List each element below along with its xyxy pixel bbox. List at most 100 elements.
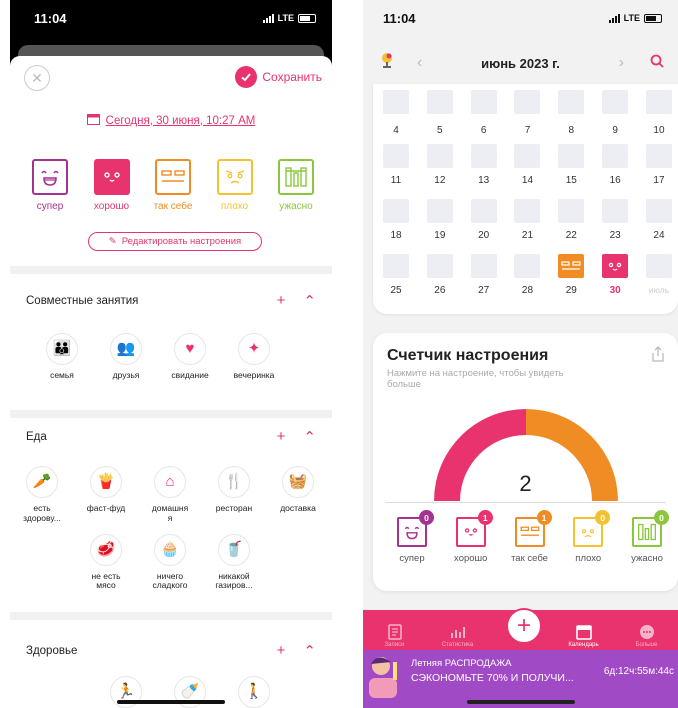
tab-stats[interactable]: Статистика — [428, 624, 488, 648]
activity-item[interactable]: 🧺 доставка — [266, 466, 330, 524]
mood-count-good[interactable]: 1 хорошо — [446, 510, 496, 564]
save-button[interactable]: Сохранить — [235, 66, 322, 88]
day-cell[interactable]: 18 — [379, 199, 413, 241]
day-cell[interactable]: 28 — [510, 254, 544, 296]
section-header-social: Совместные занятия + ⌃ — [26, 292, 316, 310]
mood-count-meh[interactable]: 1 так себе — [505, 510, 555, 564]
close-button[interactable]: ✕ — [24, 65, 50, 91]
collapse-icon[interactable]: ⌃ — [303, 428, 316, 446]
mood-label: супер — [399, 553, 425, 564]
day-cell[interactable]: 11 — [379, 144, 413, 186]
activity-item[interactable]: 🥩 не есть мясо — [74, 533, 138, 592]
add-icon[interactable]: + — [277, 428, 286, 446]
day-number: 6 — [480, 125, 487, 136]
calendar-grid: 4 5 6 7 8 9 10 11 12 13 14 15 16 17 18 1… — [373, 84, 678, 314]
mood-count-super[interactable]: 0 супер — [387, 510, 437, 564]
day-number: 24 — [653, 230, 665, 241]
home-indicator — [117, 700, 225, 704]
mood-label: хорошо — [93, 201, 130, 212]
day-cell[interactable]: 6 — [467, 108, 501, 136]
mood-good[interactable]: хорошо — [88, 159, 136, 212]
day-cell[interactable]: 23 — [598, 199, 632, 241]
count-badge: 0 — [654, 510, 669, 525]
day-cell[interactable]: 17 — [642, 144, 676, 186]
day-cell[interactable]: 16 — [598, 144, 632, 186]
activity-item[interactable]: ♥ свидание — [158, 333, 222, 381]
activity-label: не есть мясо — [91, 570, 121, 591]
edit-moods-button[interactable]: ✎ Редактировать настроения — [88, 232, 262, 251]
day-cell[interactable]: 7 — [510, 108, 544, 136]
activity-item[interactable]: 🥤 никакой газиров... — [202, 533, 266, 592]
search-icon[interactable] — [650, 54, 664, 73]
day-cell[interactable]: 8 — [554, 108, 588, 136]
heart-icon: ♥ — [174, 333, 206, 365]
day-cell[interactable]: 24 — [642, 199, 676, 241]
promo-timer: 6д:12ч:55м:44с — [603, 666, 674, 677]
mood-count-awful[interactable]: 0 ужасно — [622, 510, 672, 564]
mood-count-bad[interactable]: 0 плохо — [563, 510, 613, 564]
date-picker-link[interactable]: Сегодня, 30 июня, 10:27 AM — [10, 113, 332, 128]
edit-moods-label: Редактировать настроения — [121, 236, 242, 247]
day-cell[interactable]: 19 — [423, 199, 457, 241]
day-cell[interactable]: 15 — [554, 144, 588, 186]
day-number: 22 — [565, 230, 577, 241]
signal-indicators: LTE — [608, 13, 662, 23]
day-cell[interactable]: 29 — [554, 254, 588, 296]
day-cell[interactable]: 10 — [642, 108, 676, 136]
mood-good-icon: 1 — [455, 510, 493, 547]
day-cell[interactable]: 25 — [379, 254, 413, 296]
activity-item[interactable]: 🧁 ничего сладкого — [138, 533, 202, 592]
day-mood-good-icon — [602, 254, 629, 278]
tab-entries[interactable]: Записи — [365, 624, 425, 648]
day-number: 26 — [434, 285, 446, 296]
collapse-icon[interactable]: ⌃ — [303, 642, 316, 660]
share-icon[interactable] — [652, 346, 664, 367]
day-cell[interactable]: июль — [642, 254, 676, 296]
activity-item[interactable]: ⌂ домашняя — [138, 466, 202, 524]
trophy-icon[interactable] — [379, 52, 395, 75]
mood-bad[interactable]: плохо — [211, 159, 259, 212]
mood-meh[interactable]: так себе — [149, 159, 197, 212]
calendar-icon — [86, 113, 100, 128]
day-cell[interactable]: 4 — [379, 108, 413, 136]
day-cell[interactable]: 26 — [423, 254, 457, 296]
mood-awful-icon: 0 — [632, 510, 669, 547]
day-cell[interactable]: 22 — [554, 199, 588, 241]
activity-item[interactable]: ✦ вечеринка — [222, 333, 286, 381]
section-divider — [10, 612, 332, 620]
activity-item[interactable]: 👪 семья — [30, 333, 94, 381]
day-cell[interactable]: 13 — [467, 144, 501, 186]
day-cell[interactable]: 30 — [598, 254, 632, 296]
day-cell[interactable]: 9 — [598, 108, 632, 136]
day-cell[interactable]: 20 — [467, 199, 501, 241]
day-cell[interactable]: 12 — [423, 144, 457, 186]
mood-label: так себе — [153, 201, 193, 212]
next-month-icon[interactable]: › — [619, 54, 624, 72]
day-cell[interactable]: 5 — [423, 108, 457, 136]
day-cell[interactable]: 27 — [467, 254, 501, 296]
mood-awful[interactable]: ужасно — [272, 159, 320, 212]
promo-title: Летняя РАСПРОДАЖА — [411, 658, 512, 669]
activity-item[interactable]: 🚶 — [222, 676, 286, 708]
activity-item[interactable]: 🍴 ресторан — [202, 466, 266, 524]
add-icon[interactable]: + — [277, 642, 286, 660]
mood-counter-card[interactable]: Счетчик настроения Нажмите на настроение… — [373, 333, 678, 591]
battery-icon — [644, 13, 662, 23]
tab-more[interactable]: Больше — [617, 624, 677, 648]
carrot-icon: 🥕 — [26, 466, 58, 498]
day-number: 15 — [565, 175, 577, 186]
tab-calendar[interactable]: Календарь — [554, 624, 614, 648]
add-entry-button[interactable]: + — [506, 608, 542, 644]
collapse-icon[interactable]: ⌃ — [303, 292, 316, 310]
mood-selector: супер хорошо так себе плохо ужасно — [26, 159, 320, 212]
day-cell[interactable]: 21 — [510, 199, 544, 241]
activity-item[interactable]: 🍟 фаст-фуд — [74, 466, 138, 524]
mood-super[interactable]: супер — [26, 159, 74, 212]
activity-item[interactable]: 👥 друзья — [94, 333, 158, 381]
day-cell[interactable]: 14 — [510, 144, 544, 186]
month-title[interactable]: июнь 2023 г. — [422, 56, 618, 71]
section-title: Здоровье — [26, 645, 78, 657]
activity-item[interactable]: 🥕 есть здорову... — [10, 466, 74, 524]
activity-label: ничего сладкого — [152, 570, 188, 591]
add-icon[interactable]: + — [277, 292, 286, 310]
